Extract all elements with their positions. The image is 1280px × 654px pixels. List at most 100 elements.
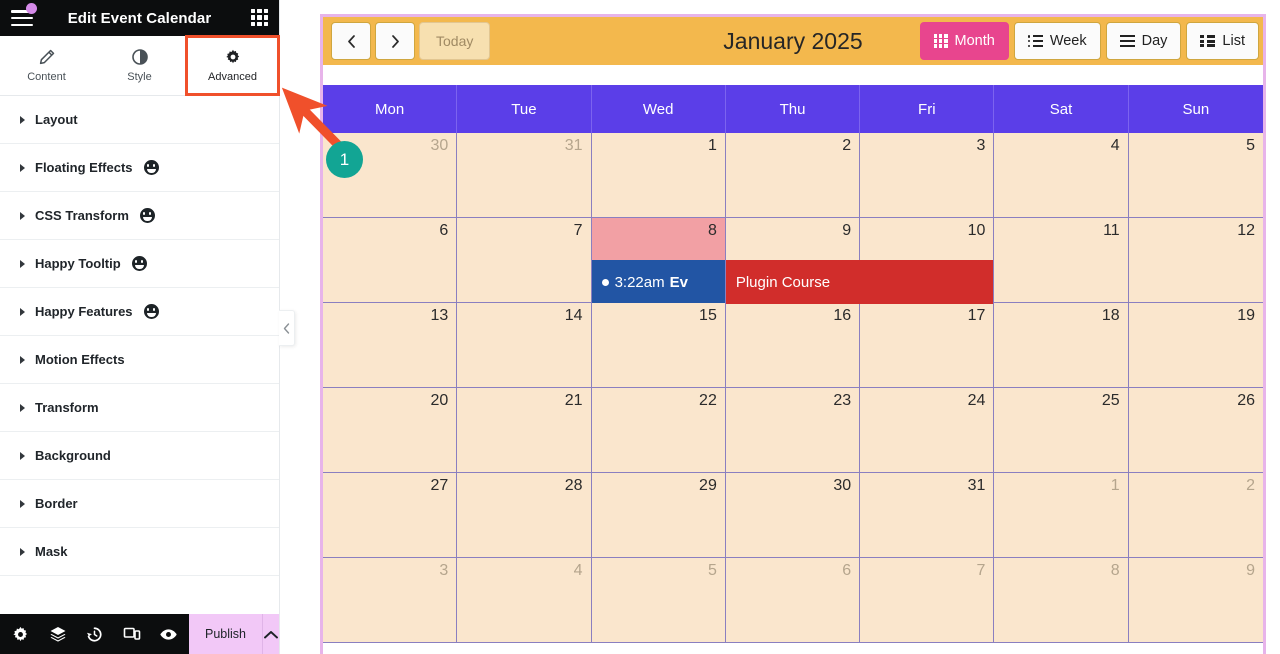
- tab-style-label: Style: [127, 71, 152, 83]
- section-motion-effects[interactable]: Motion Effects: [0, 336, 279, 384]
- section-label: Background: [35, 448, 111, 463]
- view-month-label: Month: [954, 33, 995, 49]
- day-cell[interactable]: 19: [1128, 303, 1263, 388]
- day-cell[interactable]: 7: [860, 558, 995, 643]
- chevron-right-icon: [20, 451, 25, 460]
- day-number: 9: [1246, 562, 1255, 579]
- day-cell[interactable]: 9 Plugin Course: [725, 218, 994, 304]
- day-cell[interactable]: 8: [994, 558, 1129, 643]
- day-cell[interactable]: 3: [323, 558, 458, 643]
- day-cell[interactable]: 8 3:22am Ev: [591, 218, 726, 304]
- day-cell[interactable]: 4: [457, 558, 592, 643]
- section-css-transform[interactable]: CSS Transform: [0, 192, 279, 240]
- day-cell[interactable]: 16: [725, 303, 861, 388]
- section-label: Border: [35, 496, 78, 511]
- day-number: 18: [1101, 307, 1120, 324]
- panel-collapse-chevron-left-icon[interactable]: [279, 310, 295, 346]
- week-row: 13 14 15 16 17 18 19: [323, 303, 1263, 388]
- day-cell[interactable]: 7: [457, 218, 592, 303]
- grid-icon: [933, 34, 948, 48]
- section-label: Happy Features: [35, 304, 133, 319]
- day-cell[interactable]: 14: [457, 303, 592, 388]
- view-month-button[interactable]: Month: [919, 22, 1009, 60]
- day-number: 25: [1101, 392, 1120, 409]
- day-cell[interactable]: 15: [591, 303, 726, 388]
- day-cell[interactable]: 20: [323, 388, 458, 473]
- section-transform[interactable]: Transform: [0, 384, 279, 432]
- day-cell[interactable]: 24: [860, 388, 995, 473]
- tab-style[interactable]: Style: [93, 36, 186, 95]
- day-cell[interactable]: 30: [725, 473, 861, 558]
- day-cell[interactable]: 6: [725, 558, 861, 643]
- day-number: 3: [976, 137, 986, 154]
- history-icon[interactable]: [76, 614, 113, 654]
- section-label: Happy Tooltip: [35, 256, 121, 271]
- day-cell[interactable]: 9: [1128, 558, 1263, 643]
- day-cell[interactable]: 21: [457, 388, 592, 473]
- chevron-right-icon: [20, 499, 25, 508]
- day-number: 28: [564, 477, 583, 494]
- section-border[interactable]: Border: [0, 480, 279, 528]
- day-cell[interactable]: 18: [994, 303, 1129, 388]
- section-happy-tooltip[interactable]: Happy Tooltip: [0, 240, 279, 288]
- view-week-button[interactable]: Week: [1013, 22, 1101, 60]
- settings-gear-icon[interactable]: [2, 614, 39, 654]
- day-cell[interactable]: 2: [725, 133, 861, 218]
- day-number: 3: [439, 562, 449, 579]
- today-button[interactable]: Today: [419, 22, 491, 60]
- day-cell[interactable]: 23: [725, 388, 861, 473]
- tab-content[interactable]: Content: [0, 36, 93, 95]
- section-background[interactable]: Background: [0, 432, 279, 480]
- day-cell[interactable]: 22: [591, 388, 726, 473]
- day-cell[interactable]: 27: [323, 473, 458, 558]
- day-cell[interactable]: 5: [1128, 133, 1263, 218]
- day-cell[interactable]: 12: [1128, 218, 1263, 303]
- layers-navigator-icon[interactable]: [39, 614, 76, 654]
- day-cell[interactable]: 4: [994, 133, 1129, 218]
- view-list-button[interactable]: List: [1186, 22, 1259, 60]
- day-header-sat: Sat: [994, 85, 1129, 133]
- day-number: 31: [564, 137, 583, 154]
- day-cell[interactable]: 31: [457, 133, 592, 218]
- calendar-event[interactable]: 3:22am Ev: [591, 260, 725, 304]
- preview-eye-icon[interactable]: [150, 614, 187, 654]
- publish-options-chevron-up-icon[interactable]: [262, 614, 279, 654]
- day-cell[interactable]: 31: [860, 473, 995, 558]
- day-cell[interactable]: 1: [591, 133, 726, 218]
- day-cell[interactable]: 29: [591, 473, 726, 558]
- day-cell[interactable]: 6: [323, 218, 458, 303]
- day-header-tue: Tue: [457, 85, 592, 133]
- day-cell[interactable]: 13: [323, 303, 458, 388]
- view-day-button[interactable]: Day: [1105, 22, 1182, 60]
- day-header-mon: Mon: [323, 85, 458, 133]
- annotation-step-badge: 1: [326, 141, 363, 178]
- day-cell[interactable]: 25: [994, 388, 1129, 473]
- day-cell[interactable]: 3: [860, 133, 995, 218]
- day-cell[interactable]: 26: [1128, 388, 1263, 473]
- day-cell[interactable]: 11: [994, 218, 1129, 303]
- day-number: 7: [976, 562, 986, 579]
- calendar-event[interactable]: Plugin Course: [725, 260, 994, 304]
- chevron-right-icon: [20, 163, 25, 172]
- week-row: 3 4 5 6 7 8 9: [323, 558, 1263, 643]
- section-happy-features[interactable]: Happy Features: [0, 288, 279, 336]
- section-mask[interactable]: Mask: [0, 528, 279, 576]
- next-month-button[interactable]: [375, 22, 415, 60]
- section-floating-effects[interactable]: Floating Effects: [0, 144, 279, 192]
- event-title: Plugin Course: [735, 273, 831, 291]
- day-number: 1: [707, 137, 717, 154]
- day-number: 5: [1246, 137, 1255, 154]
- responsive-mode-icon[interactable]: [113, 614, 150, 654]
- section-layout[interactable]: Layout: [0, 96, 279, 144]
- grid-apps-icon[interactable]: [251, 9, 268, 26]
- day-cell[interactable]: 1: [994, 473, 1129, 558]
- day-number: 11: [1103, 222, 1120, 239]
- day-cell[interactable]: 5: [591, 558, 726, 643]
- tab-advanced[interactable]: Advanced: [185, 35, 280, 96]
- day-cell[interactable]: 17: [860, 303, 995, 388]
- publish-button[interactable]: Publish: [189, 614, 262, 654]
- day-cell[interactable]: 28: [457, 473, 592, 558]
- happy-addons-pro-icon: [143, 304, 159, 319]
- prev-month-button[interactable]: [331, 22, 371, 60]
- day-cell[interactable]: 2: [1128, 473, 1263, 558]
